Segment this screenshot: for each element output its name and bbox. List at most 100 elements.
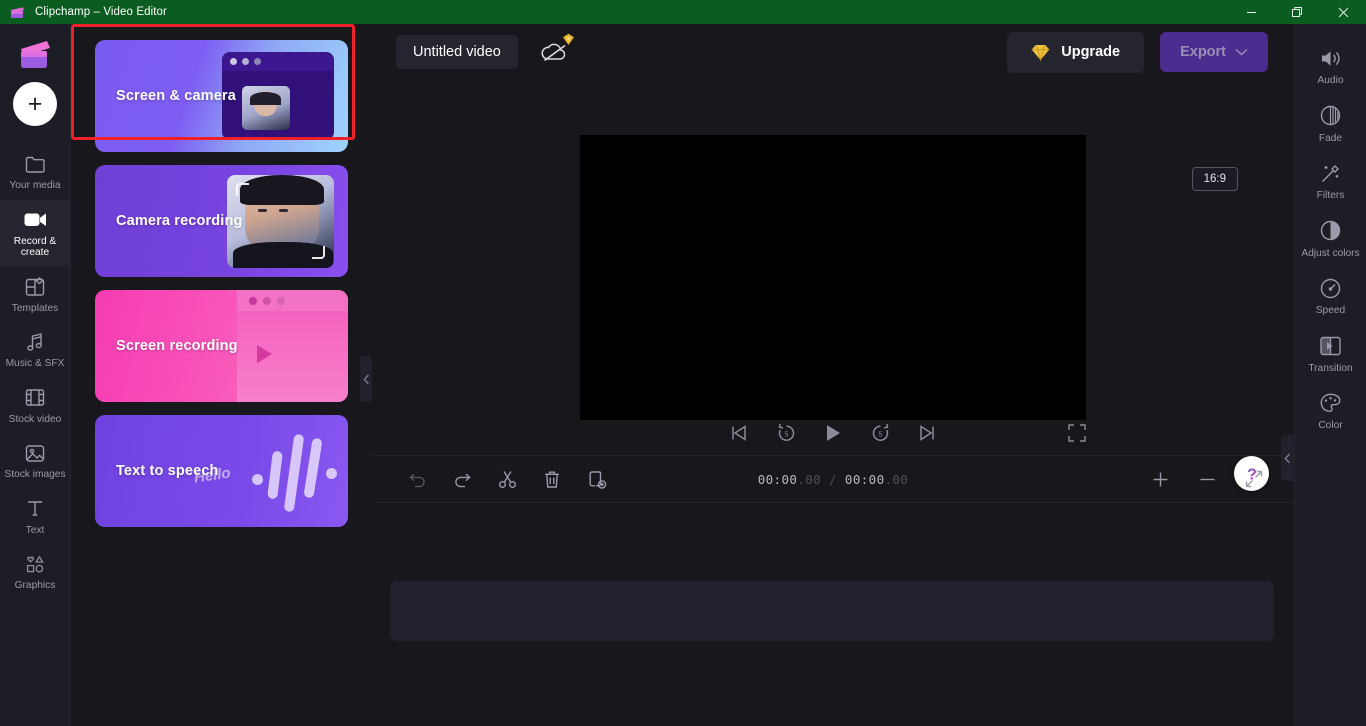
rewind-5s-button[interactable]: 5 xyxy=(773,420,799,446)
app-shell: + Your media Record & create Templates M… xyxy=(0,24,1366,726)
music-note-icon xyxy=(25,331,45,353)
right-item-label: Audio xyxy=(1317,75,1344,86)
sidebar-item-label: Graphics xyxy=(14,580,56,591)
duplicate-button[interactable] xyxy=(578,463,616,495)
fit-to-screen-button[interactable] xyxy=(1234,463,1274,495)
card-label: Screen & camera xyxy=(116,88,236,104)
right-item-speed[interactable]: Speed xyxy=(1295,268,1366,326)
mock-dot xyxy=(249,296,257,305)
right-properties-rail: Audio Fade Filters Adjust colors Speed T… xyxy=(1294,24,1366,726)
zoom-in-button[interactable] xyxy=(1140,463,1180,495)
right-item-label: Adjust colors xyxy=(1301,247,1360,259)
speedometer-icon xyxy=(1320,277,1341,299)
timeline-toolbar: 00:00.00 / 00:00.00 xyxy=(372,455,1294,502)
mock-titlebar xyxy=(237,290,348,311)
split-button[interactable] xyxy=(488,463,526,495)
palette-icon xyxy=(1320,392,1341,414)
timeline-zoom-controls xyxy=(1133,463,1274,495)
svg-text:5: 5 xyxy=(784,432,788,439)
fullscreen-button[interactable] xyxy=(1068,424,1086,442)
skip-to-start-button[interactable] xyxy=(726,420,752,446)
sidebar-item-stock-video[interactable]: Stock video xyxy=(0,378,70,434)
video-canvas[interactable] xyxy=(580,135,1086,420)
sidebar-item-text[interactable]: Text xyxy=(0,489,70,545)
current-time: 00:00 xyxy=(757,471,798,487)
browser-with-webcam-art xyxy=(222,52,334,140)
shapes-icon xyxy=(25,553,46,575)
add-media-button[interactable]: + xyxy=(13,82,57,126)
app-logo-icon xyxy=(6,6,28,19)
right-item-fade[interactable]: Fade xyxy=(1295,96,1366,154)
close-button[interactable] xyxy=(1320,0,1366,24)
right-item-audio[interactable]: Audio xyxy=(1295,38,1366,96)
card-screen-and-camera[interactable]: Screen & camera xyxy=(95,40,348,152)
play-button[interactable] xyxy=(820,420,846,446)
cloud-off-button[interactable] xyxy=(541,33,574,64)
export-label: Export xyxy=(1180,44,1226,60)
sidebar-item-label: Your media xyxy=(9,180,61,191)
zoom-out-button[interactable] xyxy=(1187,463,1227,495)
mock-titlebar xyxy=(222,52,334,71)
redo-button[interactable] xyxy=(443,463,481,495)
collapse-right-panel-button[interactable] xyxy=(1281,435,1294,481)
sidebar-item-label: Stock images xyxy=(4,469,66,480)
window-titlebar: Clipchamp – Video Editor xyxy=(0,0,1366,24)
sidebar-item-label: Stock video xyxy=(8,413,62,425)
mock-dot xyxy=(242,58,249,65)
chevron-left-icon xyxy=(363,374,369,384)
record-and-create-panel: Screen & camera Camera recording Screen … xyxy=(71,24,372,726)
sidebar-item-templates[interactable]: Templates xyxy=(0,267,70,323)
aspect-ratio-button[interactable]: 16:9 xyxy=(1191,167,1238,191)
video-camera-icon xyxy=(24,209,47,231)
right-item-label: Color xyxy=(1318,420,1343,431)
mock-dot xyxy=(263,296,271,305)
minimize-button[interactable] xyxy=(1228,0,1274,24)
timeline-body[interactable] xyxy=(372,502,1294,726)
restore-button[interactable] xyxy=(1274,0,1320,24)
right-item-color[interactable]: Color xyxy=(1295,383,1366,441)
mock-dot xyxy=(254,58,261,65)
right-item-adjust-colors[interactable]: Adjust colors xyxy=(1295,211,1366,269)
empty-track-placeholder[interactable] xyxy=(390,581,1274,641)
card-text-to-speech[interactable]: Text to speech Hello xyxy=(95,415,348,527)
project-title-input[interactable]: Untitled video xyxy=(396,35,518,69)
right-item-filters[interactable]: Filters xyxy=(1295,153,1366,211)
forward-5s-button[interactable]: 5 xyxy=(867,420,893,446)
right-item-label: Speed xyxy=(1315,305,1346,316)
portrait-eye xyxy=(279,209,288,212)
frame-corner-icon xyxy=(312,246,325,259)
preview-area: 16:9 5 5 ? xyxy=(372,80,1294,491)
mock-play-icon xyxy=(257,345,272,363)
chevron-down-icon xyxy=(1235,48,1248,56)
sidebar-item-label: Music & SFX xyxy=(5,358,65,369)
total-time-frames: .00 xyxy=(884,471,909,487)
mock-webcam-thumbnail xyxy=(242,86,290,130)
transition-icon xyxy=(1320,335,1341,357)
card-camera-recording[interactable]: Camera recording xyxy=(95,165,348,277)
card-label: Camera recording xyxy=(116,213,243,229)
sidebar-item-label: Text xyxy=(25,524,45,536)
magic-wand-icon xyxy=(1320,162,1341,184)
sidebar-item-music-and-sfx[interactable]: Music & SFX xyxy=(0,322,70,378)
sidebar-item-stock-images[interactable]: Stock images xyxy=(0,433,70,489)
collapse-panel-button[interactable] xyxy=(360,356,372,402)
sidebar-item-label: Record & create xyxy=(13,235,57,259)
folder-icon xyxy=(25,153,46,175)
card-screen-recording[interactable]: Screen recording xyxy=(95,290,348,402)
main-editor-area: Untitled video Upgrade Export 16:9 5 5 ?… xyxy=(372,24,1294,726)
right-item-label: Filters xyxy=(1316,190,1345,201)
sidebar-item-graphics[interactable]: Graphics xyxy=(0,544,70,600)
premium-diamond-icon xyxy=(562,33,575,46)
player-controls: 5 5 xyxy=(372,420,1294,446)
sidebar-item-record-and-create[interactable]: Record & create xyxy=(0,199,70,267)
export-button[interactable]: Export xyxy=(1160,32,1268,72)
total-time: 00:00 xyxy=(844,471,885,487)
wave-bar xyxy=(267,450,283,500)
skip-to-end-button[interactable] xyxy=(914,420,940,446)
sidebar-item-your-media[interactable]: Your media xyxy=(0,144,70,200)
delete-button[interactable] xyxy=(533,463,571,495)
image-icon xyxy=(25,442,45,464)
upgrade-button[interactable]: Upgrade xyxy=(1007,31,1145,73)
undo-button[interactable] xyxy=(398,463,436,495)
right-item-transition[interactable]: Transition xyxy=(1295,326,1366,384)
